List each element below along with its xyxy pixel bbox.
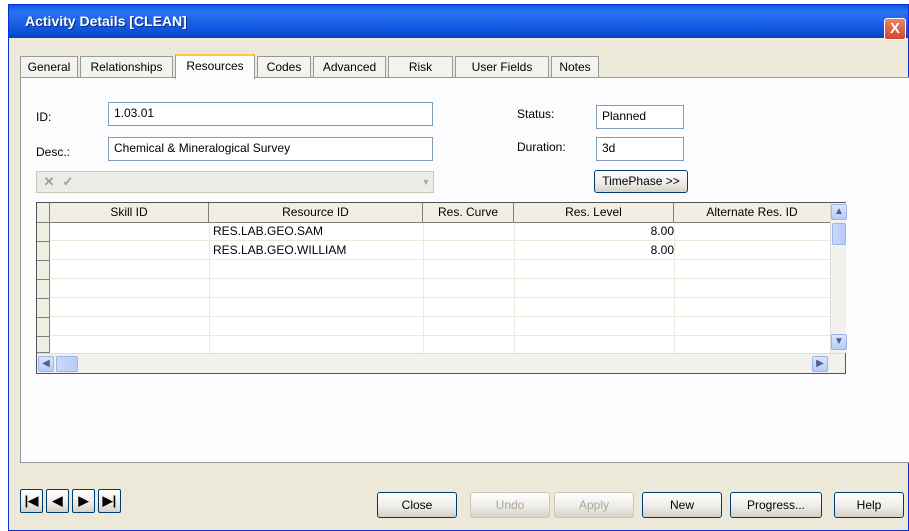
row-header-corner	[37, 203, 50, 223]
cell-resource-id[interactable]: RES.LAB.GEO.SAM	[213, 223, 423, 241]
table-row[interactable]	[50, 318, 830, 336]
col-skill-id[interactable]: Skill ID	[50, 203, 209, 223]
tab-codes[interactable]: Codes	[257, 56, 311, 78]
scroll-left-button[interactable]: ◀	[38, 356, 54, 372]
duration-label: Duration:	[517, 140, 566, 154]
timephase-button[interactable]: TimePhase >>	[594, 170, 688, 193]
tab-risk[interactable]: Risk	[388, 56, 453, 78]
cell-res-curve[interactable]	[427, 223, 515, 241]
desc-field[interactable]: Chemical & Mineralogical Survey	[108, 137, 433, 161]
chevron-down-icon[interactable]: ▼	[419, 175, 433, 190]
vertical-scrollbar[interactable]: ▲ ▼	[830, 203, 847, 353]
col-alternate-res-id[interactable]: Alternate Res. ID	[674, 203, 830, 223]
accept-edit-icon[interactable]: ✓	[59, 174, 77, 191]
table-row[interactable]: RES.LAB.GEO.WILLIAM 8.00	[50, 242, 830, 260]
close-button[interactable]: Close	[377, 492, 457, 518]
tab-user-fields[interactable]: User Fields	[455, 56, 549, 78]
tab-resources[interactable]: Resources	[175, 54, 255, 79]
row-header[interactable]	[37, 223, 50, 242]
table-row[interactable]	[50, 280, 830, 298]
status-field[interactable]: Planned	[596, 105, 684, 129]
scroll-up-button[interactable]: ▲	[831, 204, 847, 220]
cell-res-curve[interactable]	[427, 242, 515, 260]
cell-skill-id[interactable]	[54, 223, 209, 241]
window-close-button[interactable]: X	[884, 18, 906, 40]
row-header[interactable]	[37, 318, 50, 337]
horizontal-scrollbar[interactable]: ◀ ▶	[37, 353, 845, 373]
title-bar: Activity Details [CLEAN] X	[9, 5, 908, 40]
row-header[interactable]	[37, 242, 50, 261]
resources-grid: Skill ID Resource ID Res. Curve Res. Lev…	[36, 202, 847, 374]
tab-general[interactable]: General	[20, 56, 78, 78]
grid-edit-toolbar: ✕ ✓ ▼	[36, 171, 434, 193]
row-header[interactable]	[37, 261, 50, 280]
window-title: Activity Details [CLEAN]	[25, 13, 187, 29]
col-resource-id[interactable]: Resource ID	[209, 203, 423, 223]
row-header[interactable]	[37, 299, 50, 318]
tab-advanced[interactable]: Advanced	[313, 56, 386, 78]
vertical-scroll-thumb[interactable]	[832, 223, 846, 245]
next-record-button[interactable]: ▶	[72, 489, 95, 513]
cell-skill-id[interactable]	[54, 242, 209, 260]
tab-notes[interactable]: Notes	[551, 56, 599, 78]
cell-res-level[interactable]: 8.00	[518, 242, 674, 260]
new-button[interactable]: New	[642, 492, 722, 518]
scroll-down-button[interactable]: ▼	[831, 334, 847, 350]
col-res-level[interactable]: Res. Level	[514, 203, 674, 223]
undo-button[interactable]: Undo	[470, 492, 550, 518]
col-res-curve[interactable]: Res. Curve	[423, 203, 514, 223]
duration-field[interactable]: 3d	[596, 137, 684, 161]
cell-res-level[interactable]: 8.00	[518, 223, 674, 241]
status-label: Status:	[517, 107, 555, 121]
grid-header: Skill ID Resource ID Res. Curve Res. Lev…	[37, 203, 845, 223]
horizontal-scroll-thumb[interactable]	[56, 356, 78, 372]
desc-label: Desc.:	[36, 145, 71, 159]
progress-button[interactable]: Progress...	[730, 492, 822, 518]
row-header[interactable]	[37, 280, 50, 299]
id-label: ID:	[36, 110, 52, 124]
apply-button[interactable]: Apply	[554, 492, 634, 518]
prev-record-button[interactable]: ◀	[46, 489, 69, 513]
tab-relationships[interactable]: Relationships	[80, 56, 173, 78]
table-row[interactable]	[50, 261, 830, 279]
cell-alternate-res-id[interactable]	[678, 242, 828, 260]
help-button[interactable]: Help	[834, 492, 904, 518]
cancel-edit-icon[interactable]: ✕	[40, 174, 58, 191]
cell-resource-id[interactable]: RES.LAB.GEO.WILLIAM	[213, 242, 423, 260]
table-row[interactable]: RES.LAB.GEO.SAM 8.00	[50, 223, 830, 241]
last-record-button[interactable]: ▶|	[98, 489, 121, 513]
id-field[interactable]: 1.03.01	[108, 102, 433, 126]
cell-alternate-res-id[interactable]	[678, 223, 828, 241]
row-header[interactable]	[37, 337, 50, 353]
table-row[interactable]	[50, 299, 830, 317]
scroll-right-button[interactable]: ▶	[812, 356, 828, 372]
first-record-button[interactable]: |◀	[20, 489, 43, 513]
